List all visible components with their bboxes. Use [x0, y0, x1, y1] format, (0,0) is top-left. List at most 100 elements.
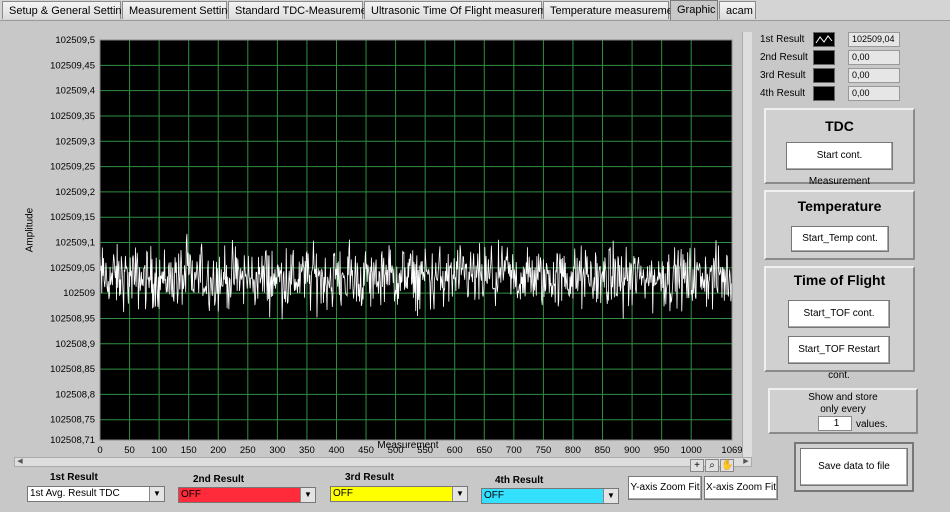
start-temp-cont-button[interactable]: Start_Temp cont. [791, 226, 889, 252]
y-tick-label: 102509,35 [50, 111, 95, 122]
legend-row: 3rd Result 0,00 [756, 68, 904, 85]
x-tick-label: 900 [624, 445, 640, 456]
plot-legend: 1st Result 102509,04 2nd Result 0,00 3rd… [756, 30, 904, 104]
tab-temperature[interactable]: Temperature measurement [543, 1, 682, 19]
start-tof-restart-cont-button[interactable]: Start_TOF Restart cont. [788, 336, 890, 381]
y-tick-label: 102509,4 [55, 86, 95, 97]
start-tof-cont-button[interactable]: Start_TOF cont. [788, 300, 890, 328]
y-tick-label: 102509,15 [50, 212, 95, 223]
store-suffix: values. [856, 419, 888, 430]
scroll-right-icon[interactable]: ▶ [741, 458, 751, 466]
tab-acam[interactable]: acam [719, 1, 756, 19]
legend-row: 2nd Result 0,00 [756, 50, 904, 67]
selector-2-label: 2nd Result [193, 474, 245, 485]
result-3-value: OFF [333, 488, 353, 499]
y-tick-label: 102509,05 [50, 263, 95, 274]
store-interval-input[interactable]: 1 [818, 416, 852, 431]
tab-setup[interactable]: Setup & General Settings [2, 1, 133, 19]
x-tick-label: 750 [535, 445, 551, 456]
x-tick-label: 250 [240, 445, 256, 456]
selector-4-label: 4th Result [495, 475, 544, 486]
legend-value: 102509,04 [848, 32, 900, 47]
y-tick-label: 102509,25 [50, 162, 95, 173]
legend-row: 1st Result 102509,04 [756, 32, 904, 49]
result-1-value: 1st Avg. Result TDC [30, 488, 120, 499]
trace-swatch-icon[interactable] [813, 86, 835, 101]
x-tick-label: 950 [654, 445, 670, 456]
x-axis-zoom-fit-button[interactable]: X-axis Zoom Fit [704, 476, 778, 500]
y-tick-label: 102509 [63, 288, 95, 299]
x-tick-label: 400 [329, 445, 345, 456]
x-tick-label: 0 [97, 445, 102, 456]
zoom-icon[interactable]: ⌕ [705, 459, 719, 472]
y-axis-zoom-fit-button[interactable]: Y-axis Zoom Fit [628, 476, 702, 500]
horizontal-scrollbar[interactable]: ◀ ▶ [14, 457, 752, 467]
chevron-down-icon[interactable]: ▼ [603, 489, 618, 503]
legend-row: 4th Result 0,00 [756, 86, 904, 103]
result-2-select[interactable]: OFF ▼ [178, 487, 316, 503]
start-cont-measurement-button[interactable]: Start cont. Measurement [786, 142, 893, 187]
x-tick-label: 800 [565, 445, 581, 456]
x-tick-label: 700 [506, 445, 522, 456]
y-tick-label: 102508,85 [50, 364, 95, 375]
store-label-line1: Show and store [808, 392, 878, 403]
temperature-title: Temperature [797, 198, 882, 214]
crosshair-icon[interactable]: + [690, 459, 704, 472]
legend-name: 4th Result [760, 88, 806, 99]
x-tick-label: 1069 [721, 445, 742, 456]
time-of-flight-group: Time of Flight Start_TOF cont. Start_TOF… [764, 266, 915, 381]
x-tick-label: 850 [595, 445, 611, 456]
legend-value: 0,00 [848, 68, 900, 83]
chevron-down-icon[interactable]: ▼ [452, 487, 467, 501]
y-tick-label: 102509,3 [55, 136, 95, 147]
legend-name: 2nd Result [760, 52, 808, 63]
y-axis-label: Amplitude [24, 207, 36, 253]
save-data-button[interactable]: Save data to file [800, 448, 908, 486]
tdc-title: TDC [825, 118, 854, 134]
plot-area [100, 40, 732, 440]
x-tick-label: 200 [210, 445, 226, 456]
temperature-group: Temperature Start_Temp cont. [764, 190, 915, 260]
vertical-scrollbar[interactable] [742, 32, 752, 457]
y-tick-label: 102508,75 [50, 415, 95, 426]
trace-swatch-icon[interactable] [813, 32, 835, 47]
x-tick-label: 300 [269, 445, 285, 456]
scroll-left-icon[interactable]: ◀ [15, 458, 25, 466]
save-button-frame: Save data to file [794, 442, 914, 492]
x-tick-label: 650 [476, 445, 492, 456]
amplitude-chart: 102509,5 102509,45 102509,4 102509,35 102509… [50, 35, 742, 456]
pan-hand-icon[interactable]: ✋ [720, 459, 734, 472]
y-tick-label: 102508,71 [50, 435, 95, 446]
result-1-select[interactable]: 1st Avg. Result TDC ▼ [27, 486, 165, 502]
legend-value: 0,00 [848, 86, 900, 101]
x-tick-label: 1000 [681, 445, 702, 456]
tab-measurement-settings[interactable]: Measurement Settings [122, 1, 239, 19]
trace-swatch-icon[interactable] [813, 68, 835, 83]
chevron-down-icon[interactable]: ▼ [149, 487, 164, 501]
tdc-group: TDC Start cont. Measurement [764, 108, 915, 187]
result-4-select[interactable]: OFF ▼ [481, 488, 619, 504]
trace-swatch-icon[interactable] [813, 50, 835, 65]
tab-ultrasonic-tof[interactable]: Ultrasonic Time Of Flight measurement [364, 1, 562, 19]
y-tick-label: 102508,9 [55, 339, 95, 350]
x-tick-label: 350 [299, 445, 315, 456]
y-tick-label: 102509,1 [55, 238, 95, 249]
tab-graphic[interactable]: Graphic [670, 0, 718, 21]
x-tick-label: 50 [124, 445, 135, 456]
y-tick-label: 102508,95 [50, 313, 95, 324]
time-of-flight-title: Time of Flight [793, 272, 886, 288]
legend-name: 3rd Result [760, 70, 806, 81]
legend-value: 0,00 [848, 50, 900, 65]
y-tick-label: 102509,5 [55, 35, 95, 46]
store-label-line2: only every [820, 404, 866, 415]
store-interval-box: Show and store only every 1 values. [768, 388, 918, 434]
tab-standard-tdc[interactable]: Standard TDC-Measurement [228, 1, 376, 19]
chevron-down-icon[interactable]: ▼ [300, 488, 315, 502]
x-tick-label: 150 [181, 445, 197, 456]
y-tick-label: 102508,8 [55, 389, 95, 400]
selector-1-label: 1st Result [50, 472, 98, 483]
result-3-select[interactable]: OFF ▼ [330, 486, 468, 502]
legend-name: 1st Result [760, 34, 805, 45]
y-tick-label: 102509,2 [55, 187, 95, 198]
y-tick-label: 102509,45 [50, 60, 95, 71]
